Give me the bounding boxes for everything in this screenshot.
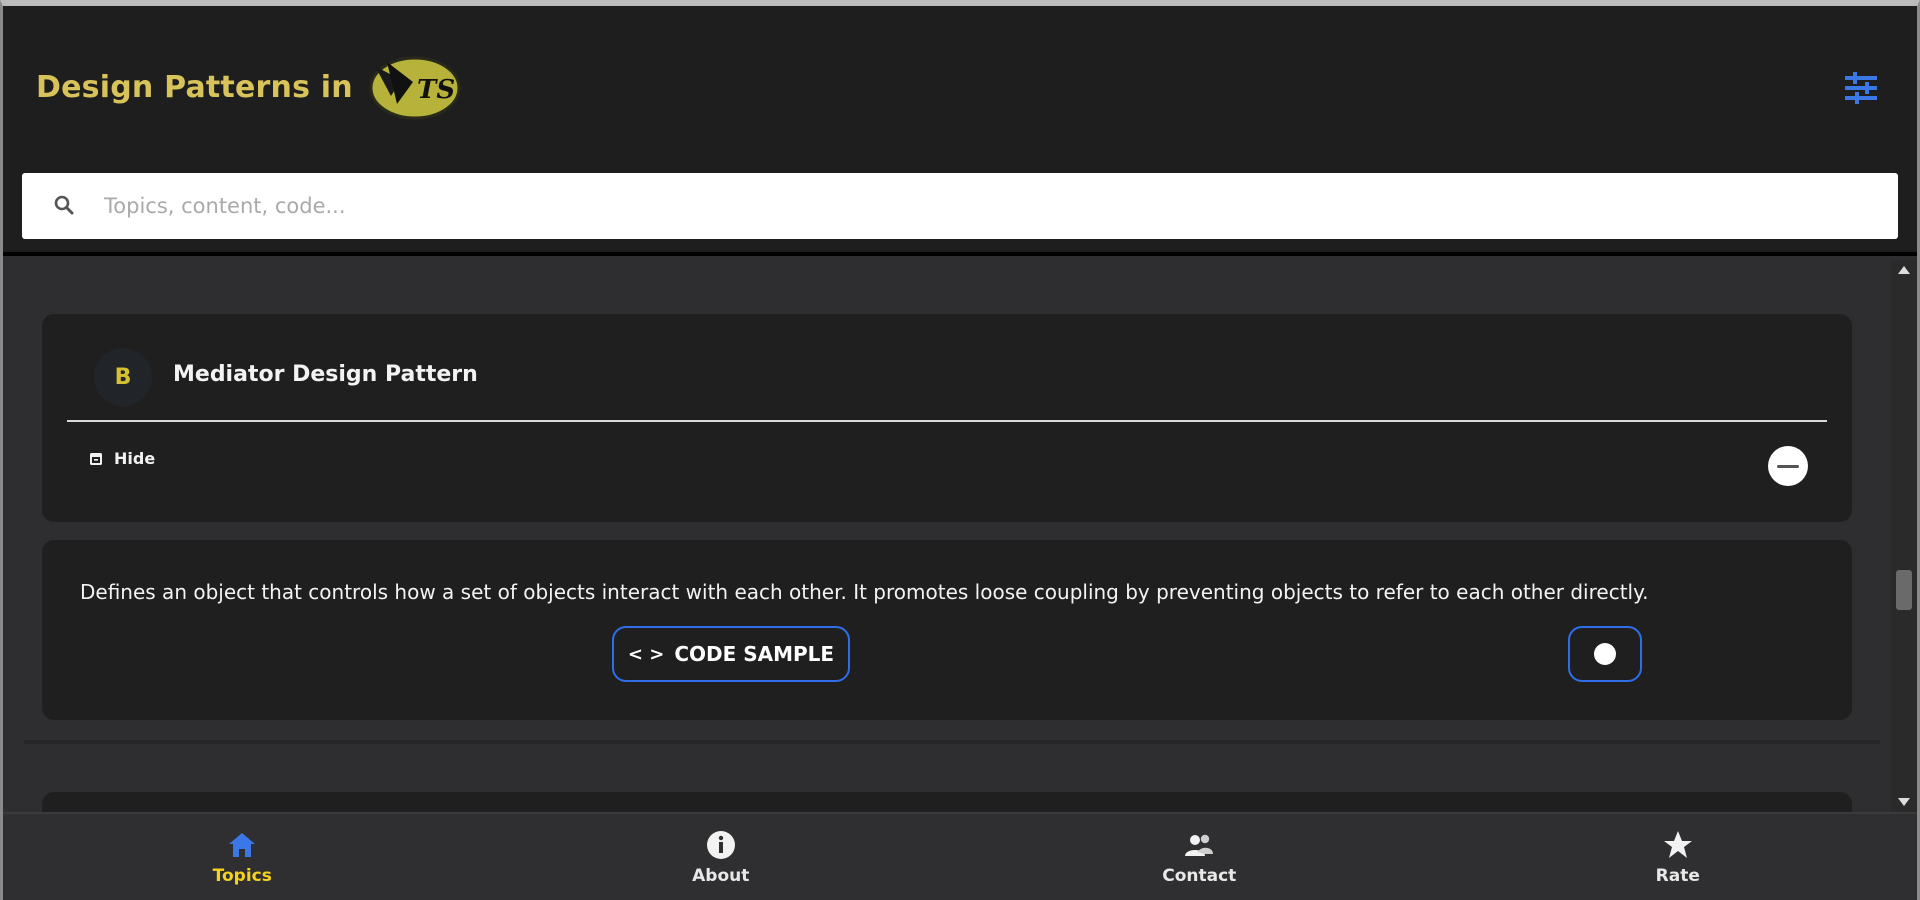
nav-label-topics: Topics <box>212 866 272 886</box>
theme-toggle-button[interactable] <box>1568 626 1642 682</box>
code-icon: < > <box>627 643 665 665</box>
nav-item-topics[interactable]: Topics <box>3 814 482 900</box>
brand: Design Patterns in TS <box>36 52 463 122</box>
hide-label: Hide <box>114 449 156 468</box>
info-icon <box>706 831 735 859</box>
pattern-title: Mediator Design Pattern <box>173 362 478 387</box>
home-icon <box>229 833 256 857</box>
collapse-button[interactable] <box>1768 446 1808 486</box>
logo-text: TS <box>417 75 455 105</box>
nav-label-about: About <box>692 866 750 886</box>
divider <box>67 420 1827 422</box>
minus-icon <box>1777 464 1799 468</box>
main-content: B Mediator Design Pattern Hide Defines a… <box>3 260 1891 812</box>
search-bar[interactable] <box>22 173 1898 239</box>
app-title: Design Patterns in <box>36 69 353 105</box>
next-card <box>42 792 1852 812</box>
hide-toggle[interactable]: Hide <box>88 449 155 468</box>
pattern-description: Defines an object that controls how a se… <box>80 580 1649 604</box>
scroll-down-icon[interactable] <box>1898 798 1910 806</box>
nav-label-contact: Contact <box>1162 866 1237 886</box>
typescript-logo: TS <box>369 56 461 120</box>
avatar: B <box>94 348 152 406</box>
section-divider <box>24 740 1880 744</box>
search-icon <box>54 195 74 215</box>
archive-icon <box>90 452 102 465</box>
scroll-up-icon[interactable] <box>1898 266 1910 274</box>
nav-item-contact[interactable]: Contact <box>960 814 1439 900</box>
bottom-nav: Topics About Contact Rate <box>3 812 1917 900</box>
sliders-icon[interactable] <box>1841 68 1881 108</box>
pattern-header-card: B Mediator Design Pattern Hide <box>42 314 1852 522</box>
star-icon <box>1663 831 1692 858</box>
contacts-icon <box>1185 834 1214 856</box>
scroll-thumb[interactable] <box>1896 570 1912 610</box>
app-header: Design Patterns in TS <box>3 6 1917 256</box>
code-sample-button[interactable]: < > CODE SAMPLE <box>612 626 850 682</box>
code-sample-label: CODE SAMPLE <box>674 642 835 666</box>
nav-item-rate[interactable]: Rate <box>1439 814 1918 900</box>
nav-label-rate: Rate <box>1655 866 1700 886</box>
search-input[interactable] <box>104 194 1898 218</box>
pattern-description-card: Defines an object that controls how a se… <box>42 540 1852 720</box>
nav-item-about[interactable]: About <box>482 814 961 900</box>
dot-icon <box>1594 643 1616 665</box>
scrollbar[interactable] <box>1891 260 1917 812</box>
